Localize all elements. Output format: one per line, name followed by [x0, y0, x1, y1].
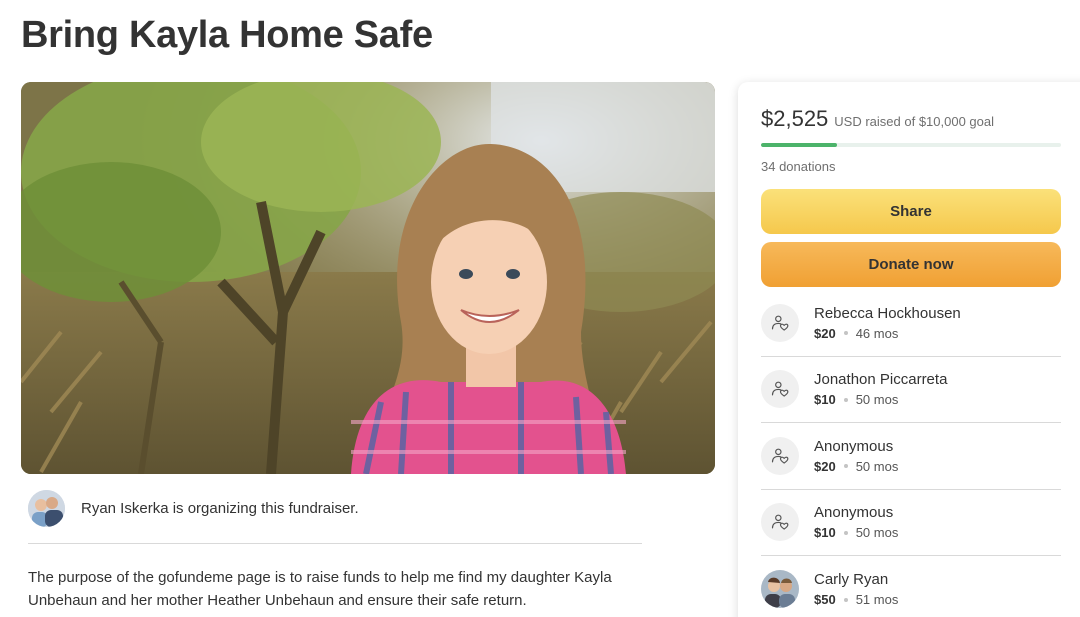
- raised-amount: $2,525: [761, 106, 829, 131]
- donor-amount: $20: [814, 458, 836, 474]
- organizer-text: Ryan Iskerka is organizing this fundrais…: [81, 500, 359, 517]
- donor-amount: $20: [814, 325, 836, 341]
- share-button[interactable]: Share: [761, 189, 1061, 234]
- donor-time: 51 mos: [855, 592, 899, 608]
- progress-bar: [761, 143, 1061, 147]
- separator-dot: [843, 597, 848, 602]
- heart-hand-icon: [761, 436, 799, 475]
- donor-time: 50 mos: [855, 525, 899, 541]
- separator-dot: [843, 331, 848, 336]
- donor-time: 50 mos: [855, 458, 899, 474]
- separator-dot: [843, 464, 848, 469]
- story-text: The purpose of the gofundeme page is to …: [28, 569, 612, 609]
- donor-name: Rebecca Hockhousen: [814, 304, 961, 322]
- donor-amount: $10: [814, 392, 836, 408]
- donor-time: 50 mos: [855, 392, 899, 408]
- page-title: Bring Kayla Home Safe: [21, 14, 433, 56]
- heart-hand-icon: [761, 503, 799, 542]
- donor-row[interactable]: Jonathon Piccarreta $10 50 mos: [761, 357, 1061, 423]
- raised-goal-text: USD raised of $10,000 goal: [834, 114, 995, 129]
- hero-photo: [21, 82, 715, 474]
- donations-count: 34 donations: [761, 159, 836, 174]
- donor-photo-avatar: [761, 570, 799, 609]
- divider: [28, 543, 642, 544]
- separator-dot: [843, 530, 848, 535]
- separator-dot: [843, 397, 848, 402]
- donor-name: Anonymous: [814, 504, 894, 522]
- organizer-row[interactable]: Ryan Iskerka is organizing this fundrais…: [28, 490, 359, 527]
- progress-fill: [761, 143, 837, 147]
- donor-time: 46 mos: [855, 325, 899, 341]
- donor-row[interactable]: Rebecca Hockhousen $20 46 mos: [761, 290, 1061, 357]
- donate-now-button[interactable]: Donate now: [761, 242, 1061, 287]
- donor-list: Rebecca Hockhousen $20 46 mos Jonathon Pi…: [761, 290, 1061, 617]
- donor-row[interactable]: Anonymous $20 50 mos: [761, 423, 1061, 490]
- donor-row[interactable]: Anonymous $10 50 mos: [761, 490, 1061, 556]
- donor-amount: $10: [814, 525, 836, 541]
- donor-row[interactable]: Carly Ryan $50 51 mos: [761, 556, 1061, 617]
- heart-hand-icon: [761, 303, 799, 342]
- campaign-hero-image[interactable]: [21, 82, 715, 474]
- donation-card: $2,525 USD raised of $10,000 goal 34 don…: [738, 82, 1080, 617]
- heart-hand-icon: [761, 370, 799, 409]
- organizer-avatar[interactable]: [28, 490, 65, 527]
- raised-summary: $2,525 USD raised of $10,000 goal: [761, 106, 994, 132]
- donor-amount: $50: [814, 592, 836, 608]
- donor-name: Carly Ryan: [814, 571, 889, 589]
- donor-name: Anonymous: [814, 437, 894, 455]
- donor-name: Jonathon Piccarreta: [814, 371, 948, 389]
